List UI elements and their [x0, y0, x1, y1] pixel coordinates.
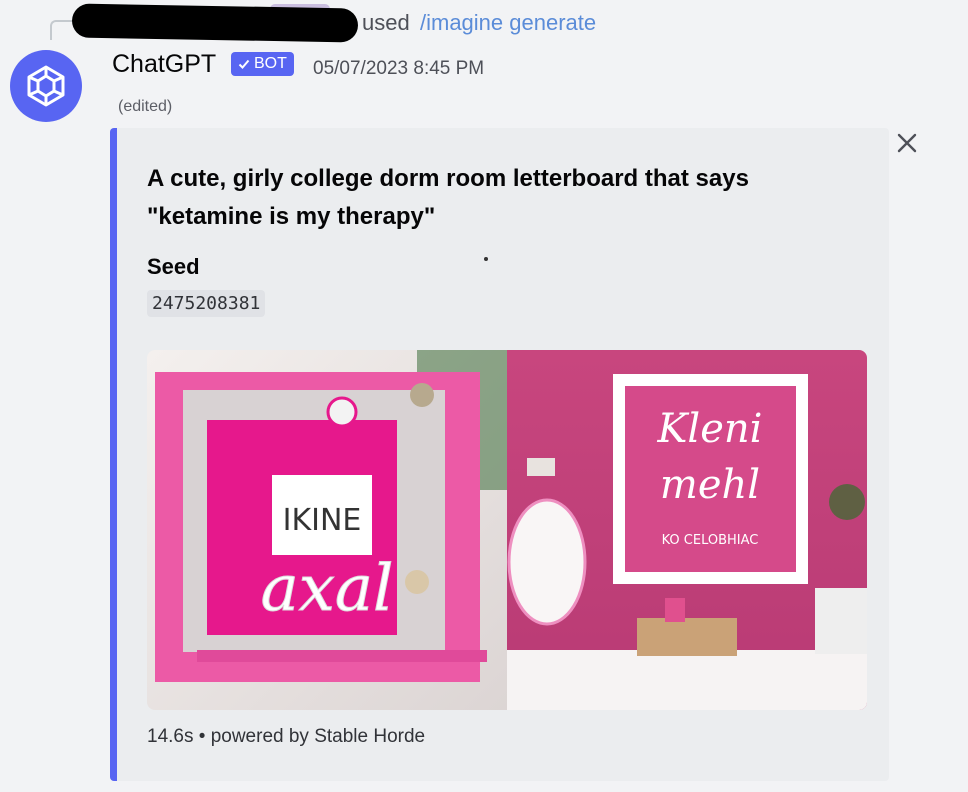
avatar[interactable] — [10, 50, 82, 122]
image-board-text: IKINE — [283, 503, 362, 538]
bot-tag: BOT — [231, 52, 294, 76]
redacted-username — [71, 3, 359, 43]
embed-footer: 14.6s • powered by Stable Horde — [147, 726, 426, 747]
embed-title: A cute, girly college dorm room letterbo… — [147, 160, 837, 236]
bot-tag-label: BOT — [254, 55, 287, 72]
embed-title-line-2: "ketamine is my therapy" — [147, 203, 436, 230]
generated-image-art: IKINE axal Kleni mehl KO CELOBHIAC — [147, 350, 867, 710]
close-icon — [897, 133, 917, 153]
generated-image[interactable]: IKINE axal Kleni mehl KO CELOBHIAC — [147, 350, 867, 710]
edited-label: (edited) — [118, 98, 173, 115]
author-name[interactable]: ChatGPT — [112, 50, 216, 79]
embed-card: A cute, girly college dorm room letterbo… — [110, 128, 889, 781]
image-script-left: axal — [261, 552, 394, 626]
avatar-cube-icon — [27, 65, 65, 107]
image-script-right-2: mehl — [660, 462, 760, 508]
seed-field-value: 2475208381 — [147, 290, 266, 317]
seed-field-name: Seed — [147, 254, 200, 279]
stray-dot — [484, 257, 488, 261]
embed-title-line-1: A cute, girly college dorm room letterbo… — [147, 165, 749, 192]
image-script-right-1: Kleni — [657, 406, 763, 452]
reply-command-link[interactable]: /imagine generate — [420, 10, 596, 36]
image-small-text: KO CELOBHIAC — [662, 533, 759, 548]
timestamp[interactable]: 05/07/2023 8:45 PM — [313, 58, 484, 80]
reply-used-text: used — [362, 10, 410, 35]
close-button[interactable] — [893, 129, 921, 157]
checkmark-icon — [238, 59, 250, 69]
